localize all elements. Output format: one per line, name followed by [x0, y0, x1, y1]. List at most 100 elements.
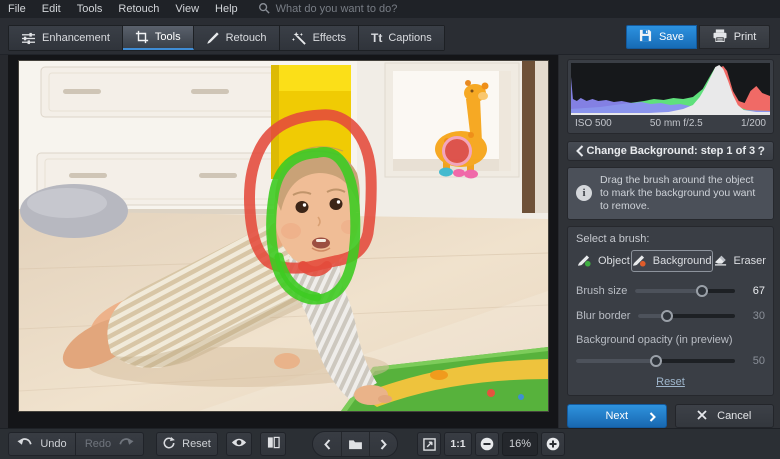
preview-original-button[interactable] — [226, 432, 252, 456]
previous-photo-button[interactable] — [313, 432, 341, 456]
tab-label: Enhancement — [42, 32, 110, 44]
background-brush-icon — [632, 253, 647, 270]
printer-icon — [713, 29, 727, 45]
plus-icon — [546, 437, 560, 451]
eraser-button[interactable]: Eraser — [713, 250, 767, 272]
chevron-right-icon — [380, 439, 387, 450]
bg-opacity-slider[interactable] — [576, 359, 735, 363]
print-button[interactable]: Print — [699, 25, 770, 49]
bg-opacity-value: 50 — [743, 355, 765, 367]
file-navigation-group — [312, 431, 398, 457]
door-frame — [535, 61, 548, 213]
cushion — [20, 184, 128, 238]
doorway — [522, 61, 535, 213]
tab-label: Retouch — [226, 32, 267, 44]
menu-bar: File Edit Tools Retouch View Help What d… — [0, 0, 780, 18]
object-brush-button[interactable]: Object — [576, 250, 631, 272]
back-button[interactable] — [576, 145, 584, 157]
redo-icon — [118, 437, 134, 451]
info-box: i Drag the brush around the object to ma… — [567, 167, 774, 220]
wizard-title: Change Background: step 1 of 3 — [584, 145, 758, 157]
tab-captions[interactable]: Tt Captions — [359, 26, 444, 50]
lens-value: 50 mm f/2.5 — [650, 118, 703, 129]
crop-icon — [135, 30, 149, 44]
blur-border-value: 30 — [743, 310, 765, 322]
undo-icon — [17, 437, 33, 451]
search-input[interactable]: What do you want to do? — [276, 3, 398, 15]
print-label: Print — [734, 31, 757, 43]
minus-icon — [480, 437, 494, 451]
brush-icon — [206, 31, 220, 45]
undo-label: Undo — [40, 438, 66, 450]
wizard-header: Change Background: step 1 of 3 ? — [567, 141, 774, 161]
open-folder-button[interactable] — [341, 432, 369, 456]
photo-canvas[interactable] — [0, 55, 558, 428]
iso-value: ISO 500 — [575, 118, 612, 129]
ratio-label: 1:1 — [450, 438, 465, 450]
tab-tools[interactable]: Tools — [123, 26, 194, 50]
tab-effects[interactable]: Effects — [280, 26, 359, 50]
save-button[interactable]: Save — [626, 25, 697, 49]
captions-icon: Tt — [371, 31, 382, 45]
zoom-controls: 1:1 16% — [417, 432, 565, 456]
before-after-button[interactable] — [260, 432, 286, 456]
menu-view[interactable]: View — [175, 3, 199, 15]
next-label: Next — [605, 410, 628, 422]
fit-to-screen-button[interactable] — [417, 432, 441, 456]
chevron-left-icon — [324, 439, 331, 450]
tab-retouch[interactable]: Retouch — [194, 26, 280, 50]
folder-icon — [348, 439, 363, 450]
zoom-out-button[interactable] — [475, 432, 499, 456]
tab-enhancement[interactable]: Enhancement — [9, 26, 123, 50]
close-icon — [697, 410, 707, 423]
shutter-value: 1/200 — [741, 118, 766, 129]
eraser-label: Eraser — [734, 255, 766, 267]
blur-border-slider-thumb[interactable] — [661, 310, 673, 322]
redo-label: Redo — [85, 438, 111, 450]
menu-file[interactable]: File — [8, 3, 26, 15]
tab-label: Captions — [388, 32, 431, 44]
actual-size-button[interactable]: 1:1 — [444, 432, 472, 456]
menu-retouch[interactable]: Retouch — [118, 3, 159, 15]
eye-icon — [231, 437, 247, 451]
bg-opacity-slider-thumb[interactable] — [650, 355, 662, 367]
menu-tools[interactable]: Tools — [77, 3, 103, 15]
reset-button[interactable]: Reset — [156, 432, 218, 456]
zoom-in-button[interactable] — [541, 432, 565, 456]
bg-opacity-label: Background opacity (in preview) — [576, 334, 765, 346]
photo-editor-window: File Edit Tools Retouch View Help What d… — [0, 0, 780, 459]
search-icon — [258, 2, 270, 17]
chevron-right-icon — [649, 412, 656, 422]
menu-edit[interactable]: Edit — [42, 3, 61, 15]
redo-button[interactable]: Redo — [76, 432, 144, 456]
brush-size-slider-thumb[interactable] — [696, 285, 708, 297]
menu-help[interactable]: Help — [215, 3, 238, 15]
fit-screen-icon — [423, 438, 436, 451]
blur-border-label: Blur border — [576, 310, 630, 322]
search-box[interactable]: What do you want to do? — [258, 2, 398, 17]
cancel-button[interactable]: Cancel — [675, 404, 775, 428]
undo-button[interactable]: Undo — [8, 432, 76, 456]
background-brush-label: Background — [653, 255, 712, 267]
save-label: Save — [659, 31, 684, 43]
zoom-level[interactable]: 16% — [502, 432, 538, 456]
next-button[interactable]: Next — [567, 404, 667, 428]
background-brush-button[interactable]: Background — [631, 250, 713, 272]
tab-bar: Enhancement Tools Retouch Effects — [0, 18, 780, 55]
histogram-panel: ISO 500 50 mm f/2.5 1/200 — [567, 59, 774, 134]
histogram-chart — [571, 63, 770, 115]
photo-image[interactable] — [19, 61, 548, 411]
status-bar: Undo Redo Reset — [0, 428, 780, 459]
cancel-label: Cancel — [717, 410, 751, 422]
brush-size-value: 67 — [743, 285, 765, 297]
reset-link[interactable]: Reset — [576, 376, 765, 388]
zoom-level-value: 16% — [509, 438, 531, 450]
red-scribble-tail — [303, 266, 327, 272]
tab-label: Tools — [155, 31, 181, 43]
floppy-icon — [639, 29, 652, 45]
next-photo-button[interactable] — [369, 432, 397, 456]
blur-border-slider[interactable] — [638, 314, 735, 318]
help-button[interactable]: ? — [758, 144, 765, 158]
brush-size-slider[interactable] — [635, 289, 735, 293]
select-brush-label: Select a brush: — [576, 233, 765, 245]
